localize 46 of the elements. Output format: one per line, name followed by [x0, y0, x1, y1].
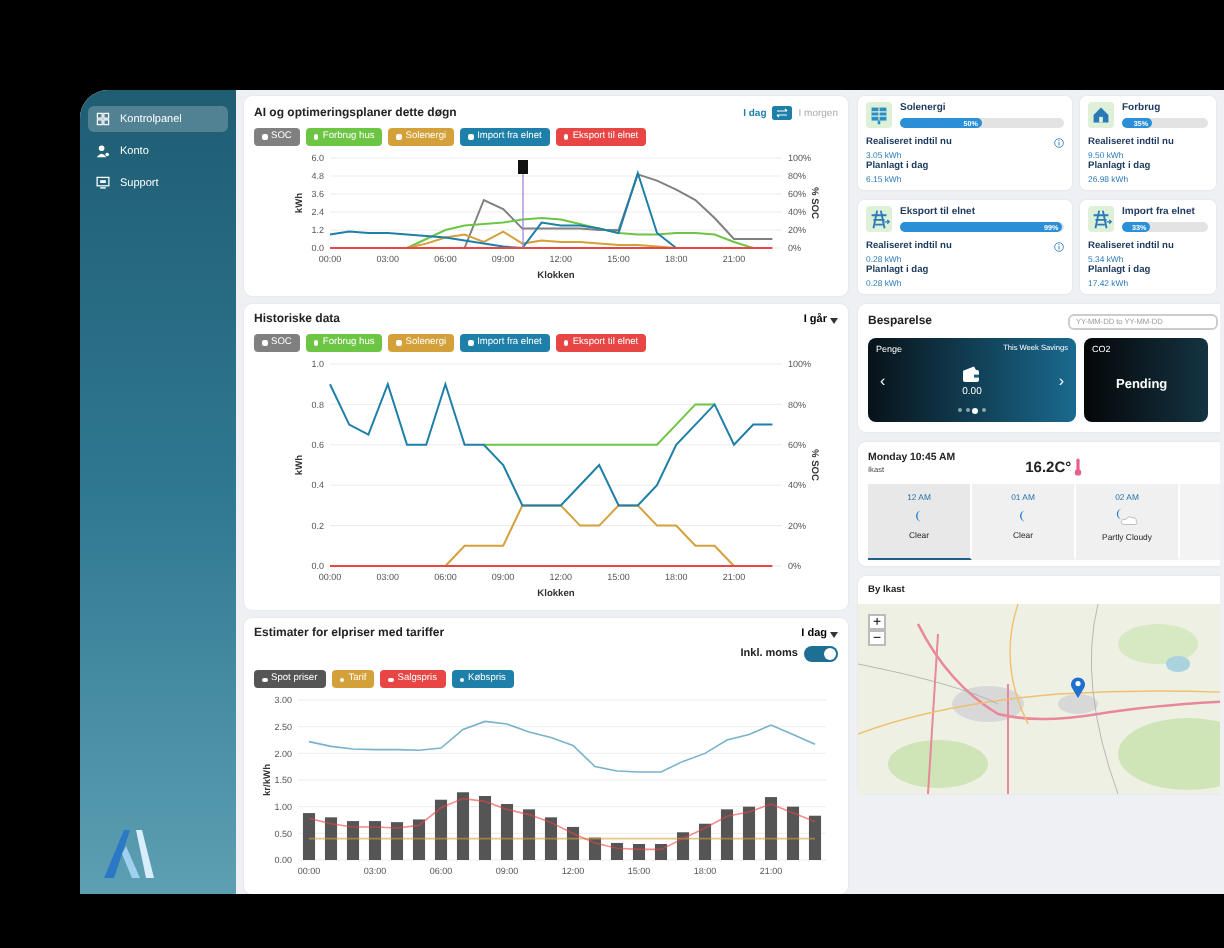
price-bar	[698, 824, 712, 861]
moon-cloud-icon	[1113, 508, 1141, 526]
price-bar	[456, 793, 470, 861]
price-bar	[808, 816, 822, 861]
price-bar	[412, 820, 426, 861]
price-bar	[346, 822, 360, 861]
price-bar	[676, 833, 690, 861]
price-bar	[720, 810, 734, 861]
price-bar	[324, 818, 338, 861]
monitor-icon	[96, 176, 110, 190]
solar-panel-icon	[866, 102, 892, 128]
map-pin-icon	[1070, 676, 1086, 698]
price-bar	[588, 838, 602, 861]
price-bar	[786, 807, 800, 861]
caret-icon	[830, 631, 838, 638]
wallet-icon	[962, 365, 981, 381]
next-button[interactable]: ›	[1054, 372, 1068, 390]
price-bar	[742, 807, 756, 861]
vat-toggle[interactable]	[804, 646, 838, 663]
caret-icon	[830, 317, 838, 324]
price-bar	[522, 810, 536, 861]
thermometer-icon	[1073, 458, 1082, 476]
info-icon[interactable]	[1054, 242, 1064, 252]
dashboard-icon	[96, 112, 110, 126]
current-time-marker	[517, 160, 528, 248]
price-bar	[500, 804, 514, 861]
price-bar	[654, 844, 668, 861]
price-bar	[302, 814, 316, 861]
price-bar	[434, 800, 448, 861]
price-bar	[544, 818, 558, 861]
power-pylon-icon	[866, 206, 892, 232]
price-bar	[566, 827, 580, 861]
price-bar	[368, 822, 382, 861]
previous-button[interactable]: ‹	[876, 372, 890, 390]
user-icon	[96, 144, 110, 158]
carousel-dot[interactable]	[972, 408, 979, 414]
info-icon[interactable]	[1054, 138, 1064, 148]
price-bar	[610, 843, 624, 861]
price-bar	[478, 796, 492, 861]
power-pylon-icon	[1088, 206, 1114, 232]
price-bar	[632, 844, 646, 861]
swap-icon[interactable]	[772, 106, 793, 120]
house-icon	[1088, 102, 1114, 128]
price-bar	[764, 798, 778, 861]
price-bar	[390, 823, 404, 861]
logo-icon	[100, 826, 156, 878]
